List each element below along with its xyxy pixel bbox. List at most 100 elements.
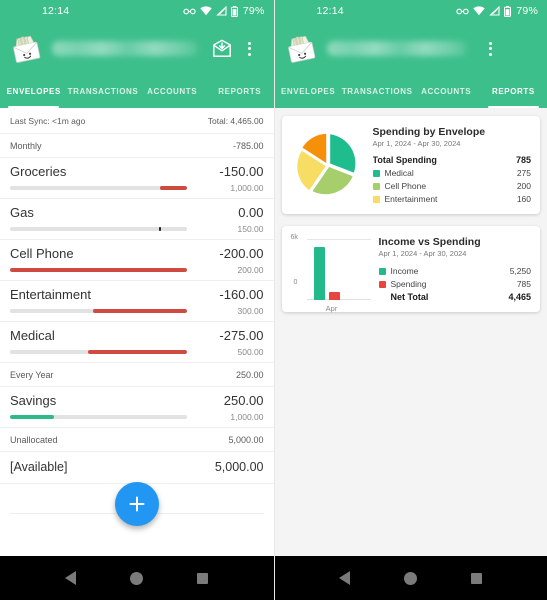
home-circle-icon — [404, 571, 418, 585]
tab-label: ACCOUNTS — [421, 87, 472, 96]
group-name: Monthly — [10, 141, 42, 151]
nav-home-button[interactable] — [130, 571, 144, 585]
y-axis-min-label: 0 — [293, 279, 298, 286]
status-icons: 79% — [456, 5, 538, 17]
overflow-menu-icon — [481, 41, 501, 56]
android-nav-bar-right — [274, 556, 547, 600]
status-clock: 12:14 — [316, 5, 344, 17]
tab-transactions[interactable]: TRANSACTIONS — [68, 75, 139, 108]
envelope-amount: 0.00 — [238, 205, 264, 220]
group-header-monthly[interactable]: Monthly -785.00 — [0, 134, 274, 158]
legend-label: Entertainment — [384, 194, 438, 204]
envelope-money-logo[interactable] — [285, 33, 317, 65]
group-amount: -785.00 — [232, 141, 264, 151]
nav-back-button[interactable] — [65, 571, 77, 585]
legend-label: Medical — [384, 168, 414, 178]
nav-home-button[interactable] — [404, 571, 418, 585]
legend-item-cell-phone: Cell Phone 200 — [372, 181, 531, 191]
envelope-download-icon — [212, 39, 231, 57]
envelope-row-savings[interactable]: Savings 250.00 1,000.00 — [0, 387, 274, 428]
overflow-menu-button[interactable] — [236, 35, 264, 63]
legend-swatch — [378, 267, 386, 275]
group-name: Unallocated — [10, 435, 58, 445]
cell-signal-icon — [489, 6, 500, 16]
legend-label: Spending — [390, 279, 427, 289]
right-phone-screen: 12:14 79% ENVELOPES TRANSACTIONS ACCOUNT… — [273, 0, 547, 600]
bar-plot-area — [307, 239, 371, 300]
status-bar-left: 12:14 79% — [0, 0, 274, 22]
last-sync-label: Last Sync: <1m ago — [10, 116, 86, 126]
envelope-money-logo[interactable] — [10, 33, 42, 65]
nav-recents-button[interactable] — [471, 572, 483, 584]
envelopes-list[interactable]: Last Sync: <1m ago Total: 4,465.00 Month… — [0, 108, 274, 556]
report-card-income-vs-spending[interactable]: 6k 0 Apr Income vs Spending Apr 1, 2024 … — [281, 226, 540, 313]
envelope-row-groceries[interactable]: Groceries -150.00 1,000.00 — [0, 158, 274, 199]
legend-item-entertainment: Entertainment 160 — [372, 194, 531, 204]
tab-label: TRANSACTIONS — [67, 87, 139, 96]
envelope-row-available[interactable]: [Available] 5,000.00 — [0, 452, 274, 484]
report-card-spending-by-envelope[interactable]: Spending by Envelope Apr 1, 2024 - Apr 3… — [281, 116, 540, 214]
envelope-amount: -200.00 — [219, 246, 264, 261]
import-button[interactable] — [208, 35, 236, 63]
tab-label: REPORTS — [218, 87, 262, 96]
progress-fill — [10, 268, 187, 272]
sync-status-row: Last Sync: <1m ago Total: 4,465.00 — [0, 108, 274, 134]
tab-accounts[interactable]: ACCOUNTS — [138, 75, 206, 108]
tab-envelopes[interactable]: ENVELOPES — [275, 75, 342, 108]
wifi-icon — [473, 6, 486, 16]
envelope-amount: 5,000.00 — [214, 460, 264, 474]
envelope-progress-bar — [10, 186, 187, 190]
legend-value: 275 — [516, 168, 531, 178]
card-title: Income vs Spending — [378, 236, 481, 248]
bar-chart: 6k 0 Apr — [291, 234, 371, 313]
nav-recents-button[interactable] — [197, 572, 209, 584]
wifi-icon — [200, 6, 212, 16]
tab-label: ENVELOPES — [280, 87, 336, 96]
recents-square-icon — [197, 572, 209, 584]
legend-label: Cell Phone — [384, 181, 427, 191]
envelope-goal: 500.00 — [237, 347, 264, 357]
envelope-amount: -150.00 — [219, 164, 264, 179]
overflow-menu-button[interactable] — [477, 35, 505, 63]
x-axis-tick-label: Apr — [325, 304, 338, 313]
battery-percent: 79% — [242, 5, 265, 17]
android-nav-bar-left — [0, 556, 274, 600]
bar-income — [313, 246, 325, 300]
envelope-name: Entertainment — [10, 287, 91, 302]
envelope-name: Medical — [10, 328, 55, 343]
tab-reports[interactable]: REPORTS — [206, 75, 274, 108]
legend-swatch — [372, 182, 380, 190]
progress-fill — [87, 350, 187, 354]
battery-percent: 79% — [516, 5, 538, 17]
app-title-redacted — [326, 41, 467, 56]
tab-reports[interactable]: REPORTS — [480, 75, 547, 108]
envelope-row-cell-phone[interactable]: Cell Phone -200.00 200.00 — [0, 240, 274, 281]
add-envelope-fab[interactable] — [114, 482, 159, 526]
bar-card-content: Income vs Spending Apr 1, 2024 - Apr 30,… — [378, 236, 531, 302]
legend-value: 200 — [516, 181, 531, 191]
total-spending-value: 785 — [515, 155, 531, 165]
total-label: Total: 4,465.00 — [207, 116, 264, 126]
app-bar-right — [274, 22, 547, 75]
pie-card-content: Spending by Envelope Apr 1, 2024 - Apr 3… — [372, 126, 531, 204]
envelope-row-entertainment[interactable]: Entertainment -160.00 300.00 — [0, 281, 274, 322]
total-spending-label: Total Spending — [372, 155, 437, 165]
tab-accounts[interactable]: ACCOUNTS — [413, 75, 480, 108]
tab-envelopes[interactable]: ENVELOPES — [0, 75, 68, 108]
legend-item-income: Income 5,250 — [378, 266, 531, 276]
tab-label: TRANSACTIONS — [341, 87, 413, 96]
reports-list[interactable]: Spending by Envelope Apr 1, 2024 - Apr 3… — [274, 108, 547, 556]
envelope-row-medical[interactable]: Medical -275.00 500.00 — [0, 322, 274, 363]
legend-value: 160 — [516, 194, 531, 204]
group-header-unallocated[interactable]: Unallocated 5,000.00 — [0, 428, 274, 452]
nav-back-button[interactable] — [339, 571, 351, 585]
envelope-row-gas[interactable]: Gas 0.00 150.00 — [0, 199, 274, 240]
group-header-every-year[interactable]: Every Year 250.00 — [0, 363, 274, 387]
tab-transactions[interactable]: TRANSACTIONS — [342, 75, 413, 108]
envelope-progress-bar — [10, 350, 187, 354]
left-phone-screen: 12:14 79% ENVELOPES TRANSACTIONS ACCOUNT… — [0, 0, 274, 600]
envelope-goal: 300.00 — [237, 306, 264, 316]
envelope-name: Cell Phone — [10, 246, 74, 261]
tab-bar-right: ENVELOPES TRANSACTIONS ACCOUNTS REPORTS — [274, 75, 547, 108]
envelope-progress-bar — [10, 415, 187, 419]
